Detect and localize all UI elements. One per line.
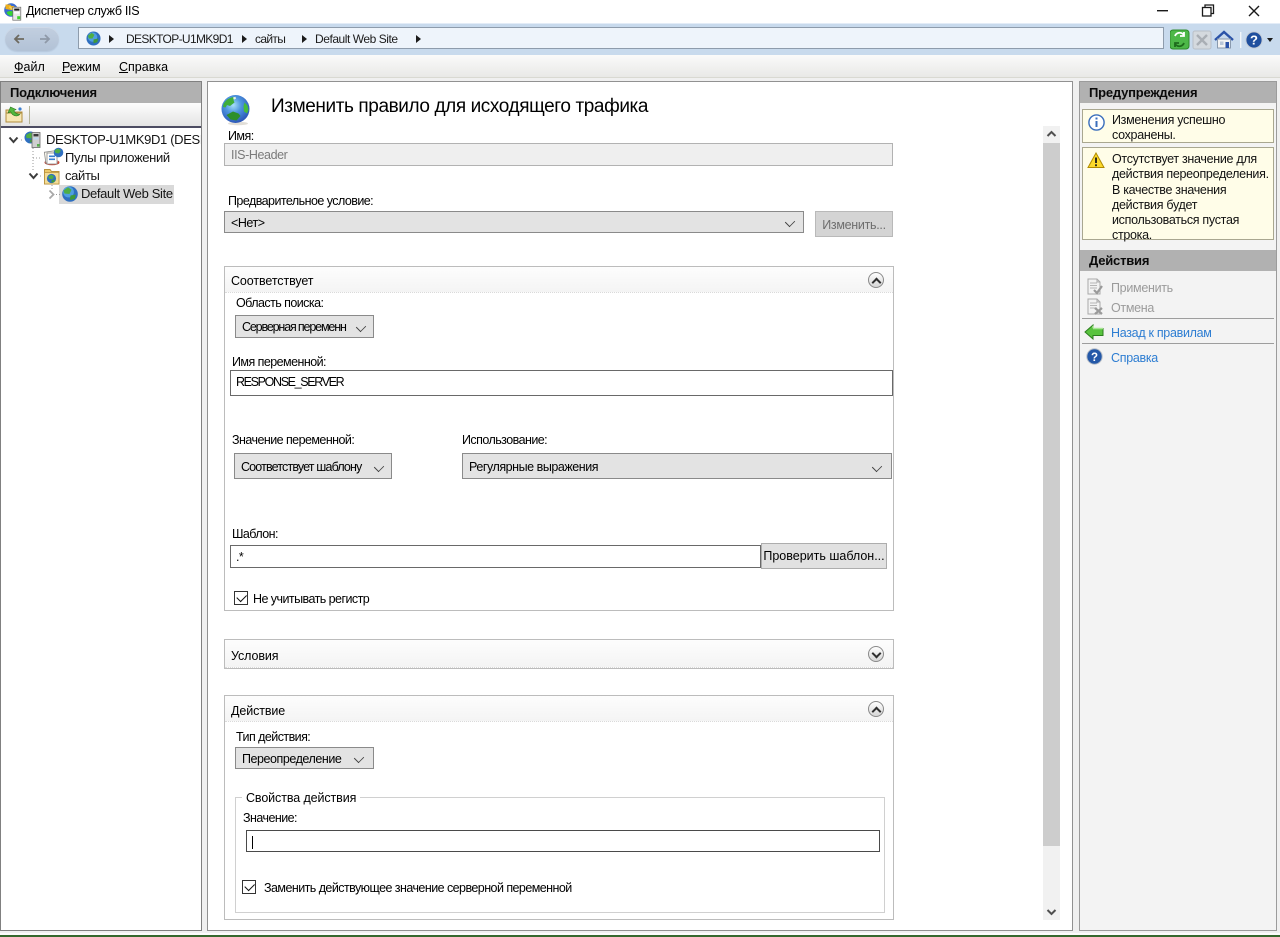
svg-text:?: ? bbox=[1250, 33, 1258, 48]
svg-text:?: ? bbox=[1091, 352, 1098, 364]
